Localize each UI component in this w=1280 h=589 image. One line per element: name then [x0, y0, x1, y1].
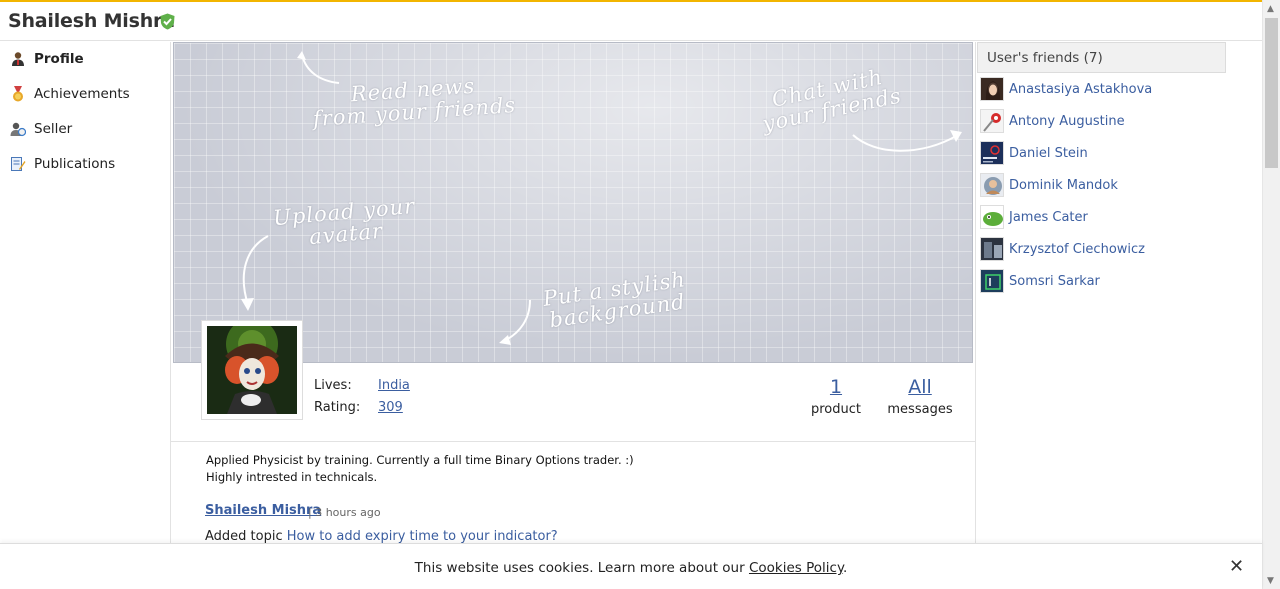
- rating-label: Rating:: [314, 400, 361, 415]
- user-icon: [12, 52, 24, 66]
- arrow-background-icon: [499, 299, 531, 345]
- sidebar-item-label: Achievements: [34, 86, 130, 102]
- products-label: product: [810, 402, 861, 417]
- friend-avatar: [980, 109, 1004, 133]
- lives-country-link[interactable]: India: [378, 378, 410, 393]
- feed-topic-link[interactable]: How to add expiry time to your indicator…: [287, 529, 558, 544]
- seller-icon: [10, 122, 26, 137]
- scroll-thumb[interactable]: [1265, 18, 1278, 168]
- hint-upload-avatar: Upload your avatar: [272, 193, 417, 250]
- hint-background: Put a stylish background: [541, 267, 688, 333]
- messages-all-link[interactable]: All: [890, 376, 950, 398]
- friend-item[interactable]: Krzysztof Ciechowicz: [980, 237, 1145, 261]
- friend-avatar: [980, 269, 1004, 293]
- avatar[interactable]: [201, 320, 303, 420]
- friends-header: User's friends (7): [977, 42, 1226, 73]
- arrow-news-icon: [297, 51, 340, 84]
- friend-avatar: [980, 237, 1004, 261]
- friend-name: Anastasiya Astakhova: [1009, 81, 1153, 97]
- cookie-message: This website uses cookies. Learn more ab…: [0, 560, 1262, 576]
- friend-name: James Cater: [1009, 209, 1088, 225]
- friend-item[interactable]: Daniel Stein: [980, 141, 1088, 165]
- friend-name: Krzysztof Ciechowicz: [1009, 241, 1145, 257]
- friend-avatar: [980, 173, 1004, 197]
- lives-label: Lives:: [314, 378, 352, 393]
- arrow-avatar-icon: [241, 235, 269, 311]
- cookie-text: This website uses cookies. Learn more ab…: [414, 560, 749, 576]
- sidebar-item-publications[interactable]: Publications: [10, 154, 115, 174]
- sidebar-item-achievements[interactable]: Achievements: [10, 84, 130, 104]
- content-right-border: [975, 42, 976, 543]
- friend-name: Somsri Sarkar: [1009, 273, 1100, 289]
- friend-item[interactable]: Somsri Sarkar: [980, 269, 1100, 293]
- verified-shield-icon: [160, 13, 175, 30]
- sidebar-item-label: Publications: [34, 156, 116, 172]
- cookie-banner: This website uses cookies. Learn more ab…: [0, 543, 1262, 589]
- avatar-portrait: [207, 326, 297, 414]
- friend-item[interactable]: Dominik Mandok: [980, 173, 1118, 197]
- feed-author-link[interactable]: Shailesh Mishra: [205, 503, 321, 518]
- cover-background[interactable]: Read news from your friends Chat with yo…: [173, 42, 973, 363]
- sidebar-item-label: Seller: [34, 121, 73, 137]
- publication-icon: [11, 157, 26, 171]
- friend-item[interactable]: James Cater: [980, 205, 1088, 229]
- sidebar: Profile Achievements Seller Publications: [0, 42, 171, 543]
- messages-label: messages: [887, 402, 953, 417]
- avatar-image: [207, 326, 297, 414]
- friend-avatar: [980, 141, 1004, 165]
- friend-name: Daniel Stein: [1009, 145, 1088, 161]
- page-scrollbar[interactable]: ▲ ▼: [1262, 0, 1280, 589]
- friend-name: Dominik Mandok: [1009, 177, 1118, 193]
- sidebar-item-profile[interactable]: Profile: [10, 49, 84, 69]
- close-icon[interactable]: ✕: [1229, 558, 1244, 576]
- feed-timestamp: | 3 hours ago: [308, 506, 381, 519]
- cookies-policy-link[interactable]: Cookies Policy: [749, 560, 843, 576]
- friend-avatar: [980, 77, 1004, 101]
- cookie-suffix: .: [843, 560, 848, 576]
- friend-name: Antony Augustine: [1009, 113, 1125, 129]
- page-header: Shailesh Mishra: [0, 2, 1262, 41]
- friend-item[interactable]: Anastasiya Astakhova: [980, 77, 1152, 101]
- page-title: Shailesh Mishra: [8, 10, 175, 32]
- bio-line-2: Highly intrested in technicals.: [206, 470, 378, 484]
- friend-item[interactable]: Antony Augustine: [980, 109, 1125, 133]
- scroll-down-arrow-icon[interactable]: ▼: [1267, 576, 1274, 586]
- medal-icon: [13, 86, 23, 102]
- feed-action: Added topic How to add expiry time to yo…: [205, 529, 558, 544]
- arrow-chat-icon: [852, 130, 962, 152]
- scroll-up-arrow-icon[interactable]: ▲: [1267, 4, 1274, 14]
- rating-link[interactable]: 309: [378, 400, 403, 415]
- products-count-link[interactable]: 1: [816, 376, 856, 398]
- sidebar-item-seller[interactable]: Seller: [10, 119, 72, 139]
- profile-divider: [171, 441, 975, 442]
- sidebar-item-label: Profile: [34, 51, 84, 67]
- friend-avatar: [980, 205, 1004, 229]
- bio-line-1: Applied Physicist by training. Currently…: [206, 453, 634, 467]
- feed-action-prefix: Added topic: [205, 529, 287, 544]
